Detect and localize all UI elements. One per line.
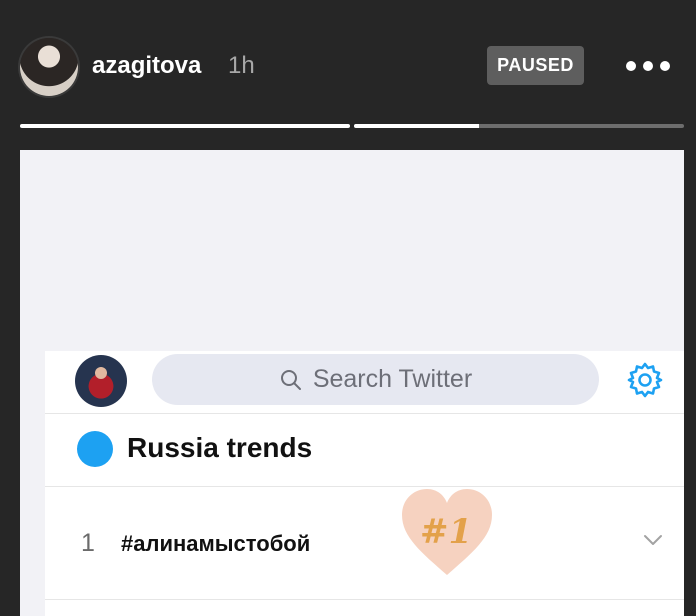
trend-hashtag: #алинамыстобой [121, 531, 311, 556]
story-progress-fill [354, 124, 480, 128]
trend-rank: 1 [81, 529, 95, 557]
username[interactable]: azagitova [92, 52, 201, 80]
sticker-text: #1 [420, 512, 472, 552]
more-options-button[interactable] [626, 56, 670, 76]
story-content[interactable]: Search Twitter Russia trends 1 #алинамыс… [20, 150, 684, 616]
trends-heading: Russia trends [127, 432, 313, 463]
divider [45, 486, 684, 487]
paused-badge: PAUSED [487, 46, 584, 85]
divider [45, 413, 684, 414]
twitter-avatar [75, 355, 127, 407]
chevron-down-icon [644, 535, 662, 545]
user-avatar[interactable] [20, 38, 78, 96]
more-icon-dot [626, 61, 636, 71]
twitter-trends-dot [77, 431, 113, 467]
story-timestamp: 1h [228, 52, 255, 79]
twitter-search-bar: Search Twitter [152, 354, 599, 405]
story-progress-fill [20, 124, 350, 128]
story-progress-1 [20, 124, 350, 128]
search-icon [280, 369, 301, 390]
settings-icon [627, 362, 663, 398]
story-progress-2 [354, 124, 684, 128]
search-placeholder: Search Twitter [312, 365, 473, 393]
more-icon-dot [660, 61, 670, 71]
more-icon-dot [643, 61, 653, 71]
twitter-screenshot: Search Twitter Russia trends 1 #алинамыс… [45, 351, 684, 616]
heart-sticker: #1 [402, 489, 492, 575]
divider [45, 599, 684, 600]
